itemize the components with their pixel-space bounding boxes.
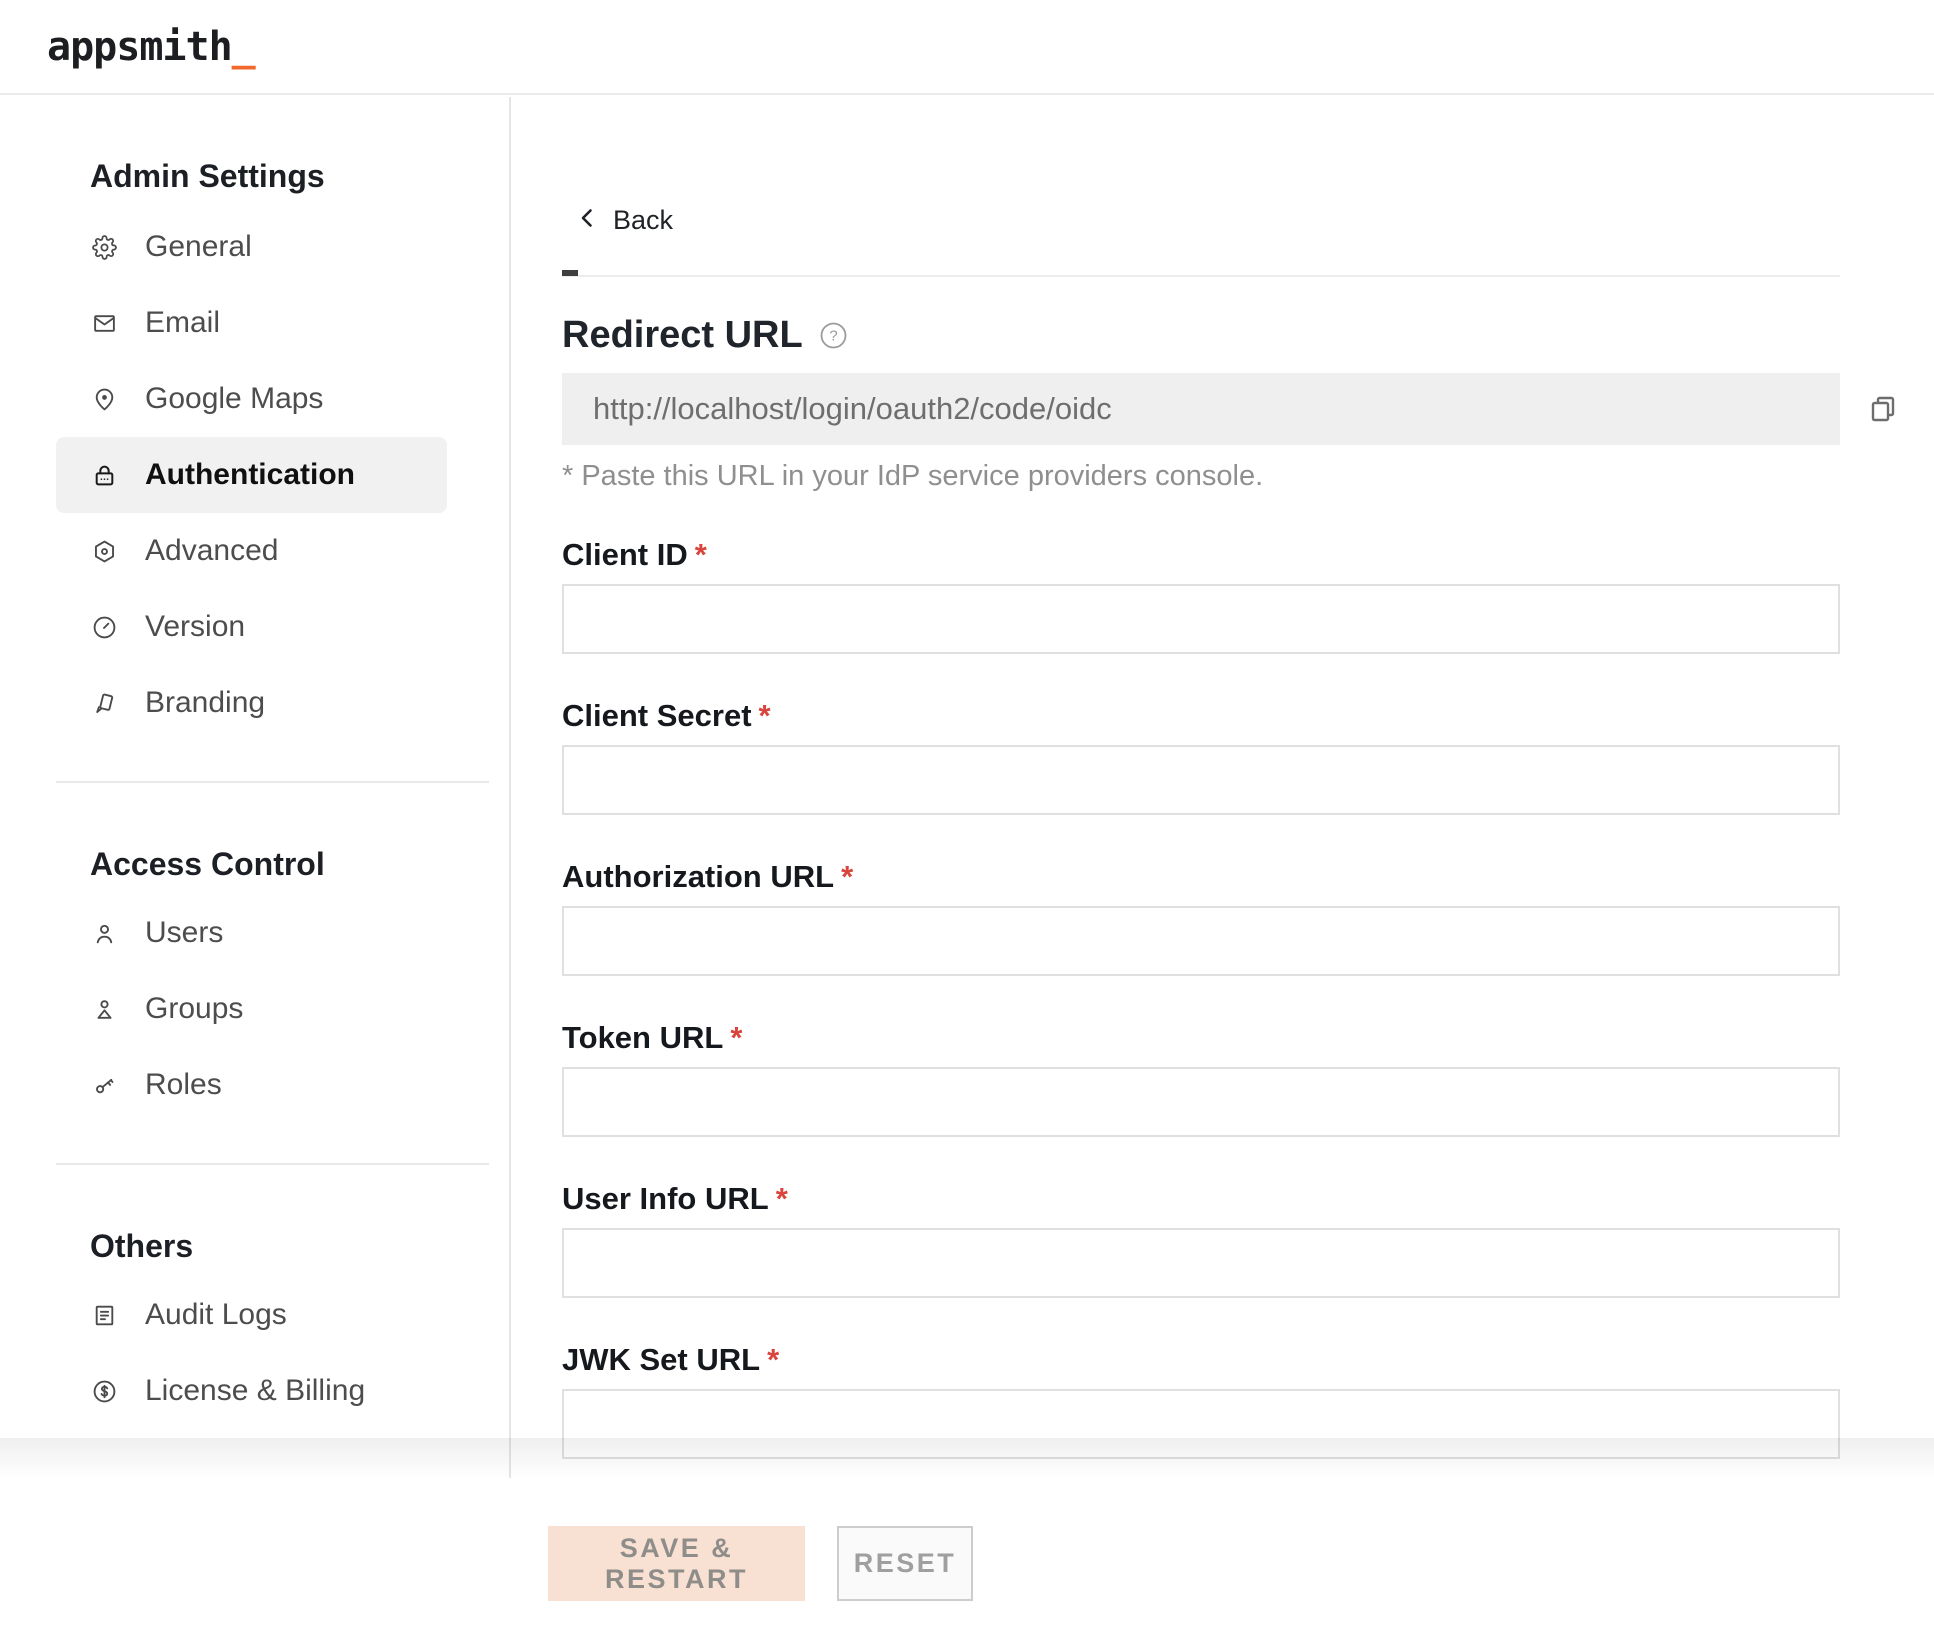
bottom-bar-shadow bbox=[0, 1438, 1934, 1480]
sidebar-section-items: Users Groups Roles bbox=[0, 895, 509, 1123]
sidebar-item-audit-logs[interactable]: Audit Logs bbox=[56, 1277, 447, 1353]
help-glyph: ? bbox=[829, 327, 837, 344]
sidebar-item-roles[interactable]: Roles bbox=[56, 1047, 447, 1123]
sidebar-item-label: License & Billing bbox=[145, 1374, 365, 1408]
sidebar-item-branding[interactable]: Branding bbox=[56, 665, 447, 741]
required-asterisk: * bbox=[767, 1342, 779, 1377]
users-icon bbox=[92, 997, 117, 1022]
sidebar-section-title: Access Control bbox=[90, 847, 509, 881]
sidebar-item-label: Email bbox=[145, 306, 220, 340]
required-asterisk: * bbox=[759, 698, 771, 733]
token-url-input[interactable] bbox=[562, 1067, 1840, 1137]
field-group-client-secret: Client Secret* bbox=[562, 698, 1840, 815]
back-label: Back bbox=[613, 205, 673, 236]
field-group-client-id: Client ID* bbox=[562, 537, 1840, 654]
clock-icon bbox=[92, 615, 117, 640]
sidebar-item-authentication[interactable]: Authentication bbox=[56, 437, 447, 513]
reset-button[interactable]: RESET bbox=[837, 1526, 973, 1601]
save-restart-button[interactable]: SAVE & RESTART bbox=[548, 1526, 805, 1601]
logo-cursor-mark: _ bbox=[232, 24, 255, 70]
sidebar-divider bbox=[56, 781, 489, 783]
redirect-url-field: http://localhost/login/oauth2/code/oidc bbox=[562, 373, 1840, 445]
back-button[interactable]: Back bbox=[576, 203, 673, 237]
oidc-form: Client ID* Client Secret* Authorization UR… bbox=[562, 537, 1840, 1459]
authorization-url-input[interactable] bbox=[562, 906, 1840, 976]
sidebar-item-label: Advanced bbox=[145, 534, 278, 568]
client-secret-input[interactable] bbox=[562, 745, 1840, 815]
help-icon[interactable]: ? bbox=[820, 322, 847, 349]
content-divider bbox=[562, 275, 1840, 277]
sidebar-item-label: Users bbox=[145, 916, 223, 950]
user-info-url-label: User Info URL* bbox=[562, 1181, 1840, 1217]
sidebar-item-version[interactable]: Version bbox=[56, 589, 447, 665]
required-asterisk: * bbox=[776, 1181, 788, 1216]
flag-icon bbox=[92, 691, 117, 716]
settings-content: Back Redirect URL ? http://localhost/log… bbox=[511, 97, 1934, 1478]
required-asterisk: * bbox=[841, 859, 853, 894]
sidebar-item-email[interactable]: Email bbox=[56, 285, 447, 361]
redirect-url-value: http://localhost/login/oauth2/code/oidc bbox=[593, 391, 1112, 427]
dollar-icon bbox=[92, 1379, 117, 1404]
sidebar-item-license-billing[interactable]: License & Billing bbox=[56, 1353, 447, 1429]
admin-settings-page: appsmith_ Admin Settings General Email Goog… bbox=[0, 0, 1934, 1648]
sidebar-item-label: General bbox=[145, 230, 252, 264]
sidebar-item-label: Version bbox=[145, 610, 245, 644]
top-header: appsmith_ bbox=[0, 0, 1934, 95]
key-icon bbox=[92, 1073, 117, 1098]
divider-dash bbox=[562, 270, 578, 276]
copy-url-button[interactable] bbox=[1868, 394, 1898, 424]
field-group-authorization-url: Authorization URL* bbox=[562, 859, 1840, 976]
hexagon-icon bbox=[92, 539, 117, 564]
gear-icon bbox=[92, 235, 117, 260]
field-group-token-url: Token URL* bbox=[562, 1020, 1840, 1137]
sidebar-item-label: Audit Logs bbox=[145, 1298, 287, 1332]
required-asterisk: * bbox=[730, 1020, 742, 1055]
map-pin-icon bbox=[92, 387, 117, 412]
redirect-url-hint: * Paste this URL in your IdP service pro… bbox=[562, 459, 1840, 493]
sidebar-section-title: Others bbox=[90, 1229, 509, 1263]
jwk-set-url-label: JWK Set URL* bbox=[562, 1342, 1840, 1378]
copy-icon bbox=[1868, 412, 1898, 427]
client-id-input[interactable] bbox=[562, 584, 1840, 654]
token-url-label: Token URL* bbox=[562, 1020, 1840, 1056]
user-info-url-input[interactable] bbox=[562, 1228, 1840, 1298]
sidebar-divider bbox=[56, 1163, 489, 1165]
sidebar-section-title: Admin Settings bbox=[90, 159, 509, 193]
required-asterisk: * bbox=[695, 537, 707, 572]
appsmith-logo[interactable]: appsmith_ bbox=[47, 24, 255, 70]
main-layout: Admin Settings General Email Google Maps Aut… bbox=[0, 97, 1934, 1478]
file-text-icon bbox=[92, 1303, 117, 1328]
bottom-bar: SAVE & RESTART RESET bbox=[0, 1438, 1934, 1648]
sidebar-item-label: Roles bbox=[145, 1068, 222, 1102]
sidebar-item-groups[interactable]: Groups bbox=[56, 971, 447, 1047]
user-icon bbox=[92, 921, 117, 946]
field-group-user-info-url: User Info URL* bbox=[562, 1181, 1840, 1298]
sidebar-item-advanced[interactable]: Advanced bbox=[56, 513, 447, 589]
client-id-label: Client ID* bbox=[562, 537, 1840, 573]
sidebar-item-label: Authentication bbox=[145, 458, 355, 492]
sidebar-item-label: Branding bbox=[145, 686, 265, 720]
sidebar-section-items: General Email Google Maps Authentication Adv… bbox=[0, 209, 509, 741]
settings-sidebar: Admin Settings General Email Google Maps Aut… bbox=[0, 97, 511, 1478]
authorization-url-label: Authorization URL* bbox=[562, 859, 1840, 895]
chevron-left-icon bbox=[576, 206, 600, 235]
mail-icon bbox=[92, 311, 117, 336]
sidebar-item-label: Google Maps bbox=[145, 382, 323, 416]
lock-icon bbox=[92, 463, 117, 488]
client-secret-label: Client Secret* bbox=[562, 698, 1840, 734]
sidebar-item-label: Groups bbox=[145, 992, 243, 1026]
sidebar-item-users[interactable]: Users bbox=[56, 895, 447, 971]
sidebar-item-general[interactable]: General bbox=[56, 209, 447, 285]
sidebar-section-items: Audit Logs License & Billing bbox=[0, 1277, 509, 1429]
sidebar-item-google-maps[interactable]: Google Maps bbox=[56, 361, 447, 437]
logo-text: appsmith bbox=[47, 24, 232, 70]
page-title: Redirect URL bbox=[562, 313, 803, 357]
